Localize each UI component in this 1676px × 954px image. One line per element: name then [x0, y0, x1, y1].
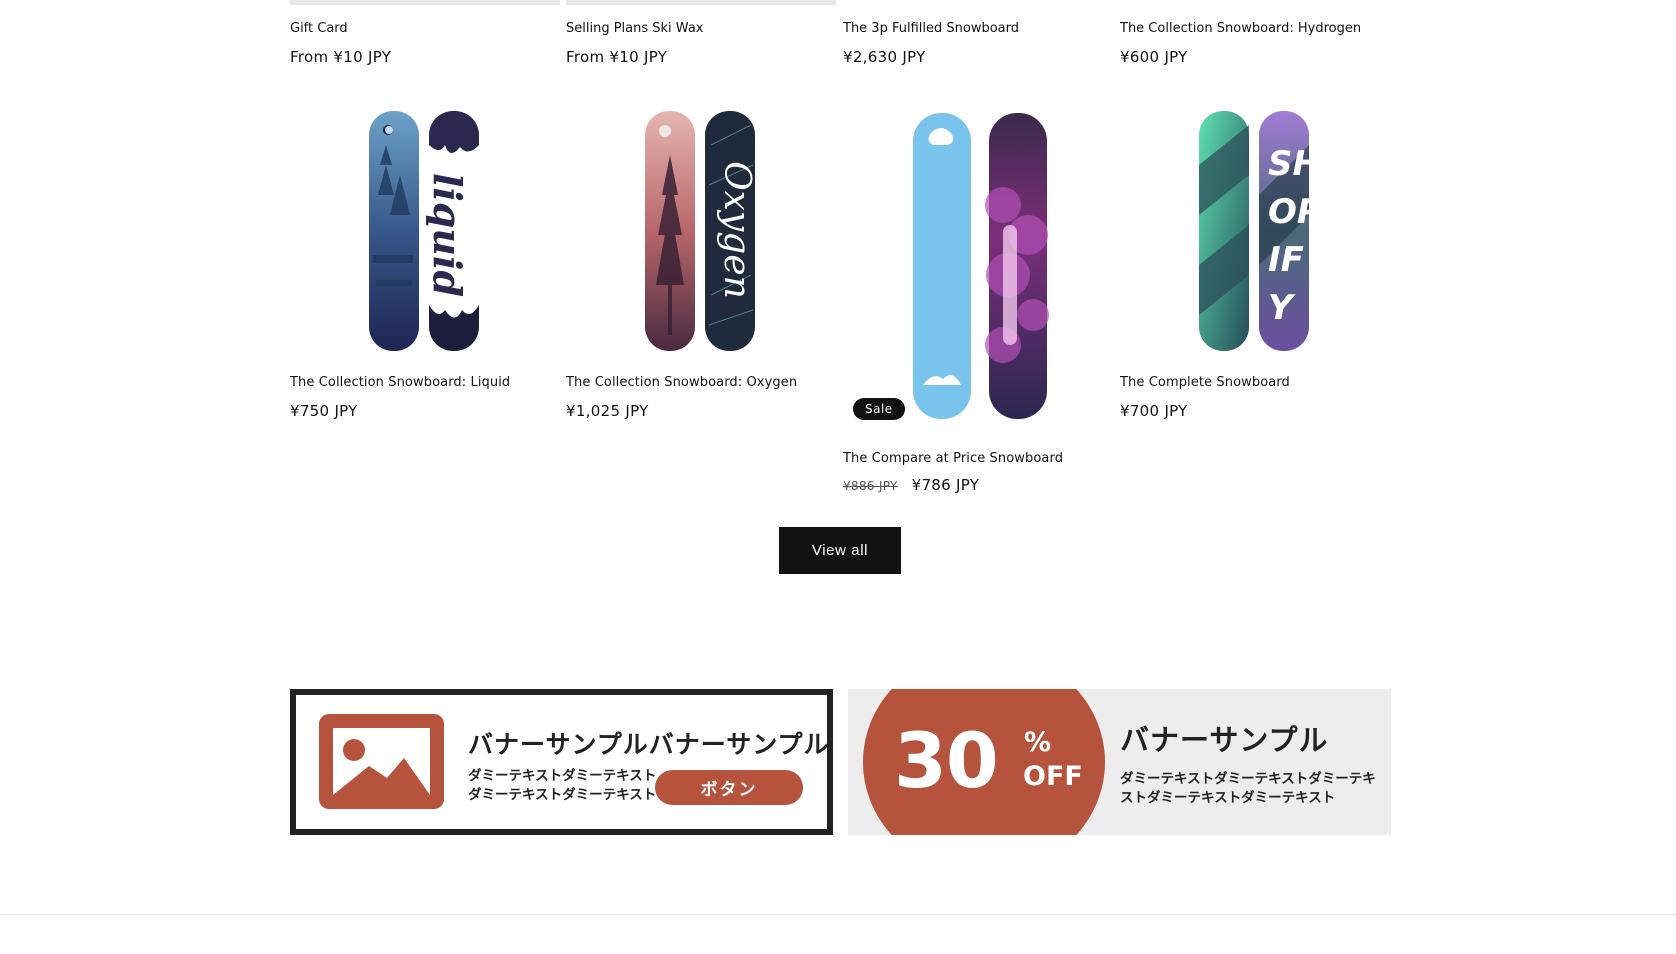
svg-text:Y: Y [1268, 288, 1296, 328]
banner-headline: バナーサンプル [1120, 723, 1329, 757]
oxygen-snowboard-image[interactable]: Oxygen [566, 105, 836, 355]
product-title[interactable]: The 3p Fulfilled Snowboard [843, 21, 1019, 36]
svg-text:IF: IF [1268, 240, 1304, 280]
product-title[interactable]: Gift Card [290, 21, 348, 36]
product-title[interactable]: The Collection Snowboard: Hydrogen [1120, 21, 1361, 36]
view-all-button[interactable]: View all [779, 527, 901, 574]
banner-body: ダミーテキストダミーテキストダミーテキ ストダミーテキストダミーテキスト [1120, 770, 1376, 808]
product-card-compare[interactable]: Sale The Compare at Price Snowboard ¥886… [843, 105, 1113, 494]
product-price: ¥886 JPY ¥786 JPY [843, 476, 979, 494]
banner-button[interactable]: ボタン [655, 770, 803, 805]
product-price: From ¥10 JPY [290, 48, 392, 66]
product-price: ¥600 JPY [1120, 48, 1188, 66]
banner-body-line: ダミーテキストダミーテキスト [468, 787, 657, 803]
product-price: ¥700 JPY [1120, 402, 1188, 420]
liquid-snowboard-image[interactable]: liquid [290, 105, 560, 355]
banner-body-line: ダミーテキストダミーテキスト [468, 768, 657, 784]
svg-text:SH: SH [1268, 144, 1321, 184]
product-image-strip[interactable] [566, 0, 836, 5]
compare-at-price: ¥886 JPY [843, 479, 898, 493]
product-price: ¥1,025 JPY [566, 402, 649, 420]
product-card-liquid[interactable]: liquid The Collection Snowboard: Liquid … [290, 105, 560, 420]
promo-banner-left[interactable]: バナーサンプルバナーサンプル ダミーテキストダミーテキスト ダミーテキストダミー… [290, 689, 833, 835]
product-title[interactable]: The Collection Snowboard: Liquid [290, 375, 510, 390]
discount-percent: % [1024, 727, 1052, 758]
banner-body: ダミーテキストダミーテキスト ダミーテキストダミーテキスト [468, 767, 656, 805]
compare-snowboard-image[interactable] [843, 105, 1113, 425]
discount-off: OFF [1023, 761, 1083, 792]
svg-text:OP: OP [1268, 192, 1322, 232]
banner-body-line: ダミーテキストダミーテキストダミーテキ [1120, 771, 1376, 787]
product-title[interactable]: The Compare at Price Snowboard [843, 451, 1063, 466]
product-card-complete[interactable]: SH OP IF Y The Complete Snowboard ¥700 J… [1120, 105, 1390, 420]
sale-price: ¥786 JPY [911, 476, 980, 494]
product-title[interactable]: The Collection Snowboard: Oxygen [566, 375, 797, 390]
svg-text:liquid: liquid [425, 173, 470, 297]
banner-inner: バナーサンプルバナーサンプル ダミーテキストダミーテキスト ダミーテキストダミー… [296, 695, 830, 829]
footer-divider [0, 914, 1676, 915]
product-image-strip[interactable] [290, 0, 560, 5]
product-title[interactable]: Selling Plans Ski Wax [566, 21, 703, 36]
product-title[interactable]: The Complete Snowboard [1120, 375, 1290, 390]
discount-number: 30 [894, 716, 999, 805]
product-price: ¥750 JPY [290, 402, 358, 420]
promo-banner-right[interactable]: 30 % OFF バナーサンプル ダミーテキストダミーテキストダミーテキ ストダ… [848, 689, 1391, 835]
complete-snowboard-image[interactable]: SH OP IF Y [1120, 105, 1390, 355]
product-price: ¥2,630 JPY [843, 48, 926, 66]
product-card-oxygen[interactable]: Oxygen The Collection Snowboard: Oxygen … [566, 105, 836, 420]
image-icon [319, 714, 444, 809]
banner-headline: バナーサンプルバナーサンプル [468, 730, 830, 759]
svg-text:Oxygen: Oxygen [716, 161, 757, 299]
product-price: From ¥10 JPY [566, 48, 668, 66]
banner-body-line: ストダミーテキストダミーテキスト [1120, 790, 1336, 806]
sale-badge: Sale [853, 398, 905, 420]
